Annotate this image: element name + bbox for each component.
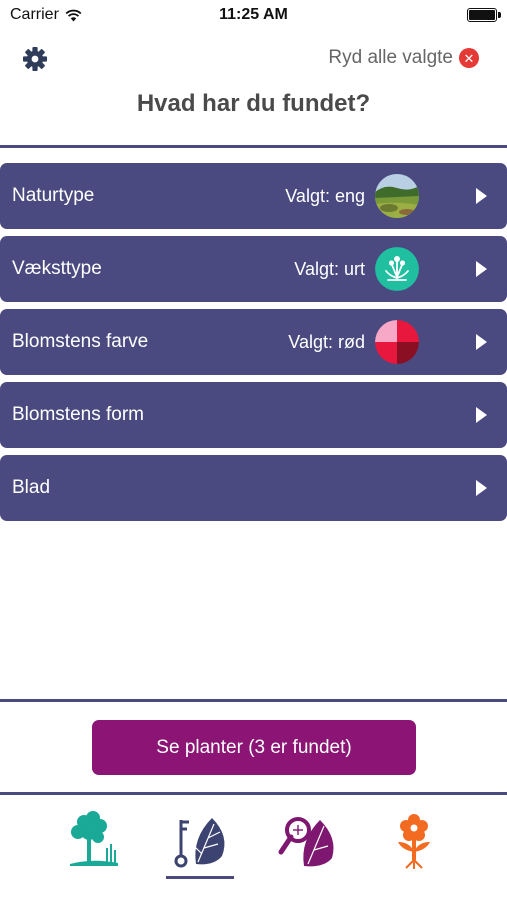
filter-row-blad[interactable]: Blad [0, 455, 507, 521]
filter-label: Naturtype [12, 185, 95, 206]
clear-all-label: Ryd alle valgte [328, 47, 453, 68]
filter-label: Vækst­type [12, 258, 102, 279]
filter-selected-value: Valgt: eng [285, 186, 365, 206]
battery-icon [467, 8, 501, 22]
filter-row-blomstens-form[interactable]: Blomstens form [0, 382, 507, 448]
chevron-right-icon [476, 407, 487, 423]
filter-row-blomstens-farve[interactable]: Blomstens farve Valgt: rød [0, 309, 507, 375]
flower-icon[interactable] [382, 808, 446, 872]
filter-list: Naturtype Valgt: eng Vækst­type Valgt: u… [0, 163, 507, 528]
divider [0, 699, 507, 702]
clock: 11:25 AM [219, 6, 288, 23]
chevron-right-icon [476, 188, 487, 204]
chevron-right-icon [476, 480, 487, 496]
magnifier-leaf-icon[interactable] [276, 808, 340, 872]
filter-selected-value: Valgt: urt [294, 259, 365, 279]
close-icon: ✕ [459, 48, 479, 68]
filter-label: Blad [12, 477, 51, 498]
chevron-right-icon [476, 261, 487, 277]
active-tab-indicator [166, 876, 234, 879]
clear-all-button[interactable]: Ryd alle valgte ✕ [328, 47, 479, 69]
filter-selected-value: Valgt: rød [288, 332, 365, 352]
status-bar: Carrier 11:25 AM [0, 0, 507, 30]
meadow-photo [375, 174, 419, 218]
filter-row-naturtype[interactable]: Naturtype Valgt: eng [0, 163, 507, 229]
divider [0, 145, 507, 148]
see-plants-button[interactable]: Se planter (3 er fundet) [92, 720, 416, 775]
red-color-swatch [375, 320, 419, 364]
herb-icon [375, 247, 419, 291]
tab-bar [0, 800, 507, 900]
filter-label: Blomstens farve [12, 331, 149, 352]
key-leaf-icon[interactable] [168, 808, 232, 872]
page-title: Hvad har du fundet? [136, 90, 371, 117]
filter-label: Blomstens form [12, 404, 144, 425]
gear-icon[interactable] [22, 46, 48, 72]
chevron-right-icon [476, 334, 487, 350]
filter-row-vaeksttype[interactable]: Vækst­type Valgt: urt [0, 236, 507, 302]
tree-habitat-icon[interactable] [62, 808, 126, 872]
divider [0, 792, 507, 795]
